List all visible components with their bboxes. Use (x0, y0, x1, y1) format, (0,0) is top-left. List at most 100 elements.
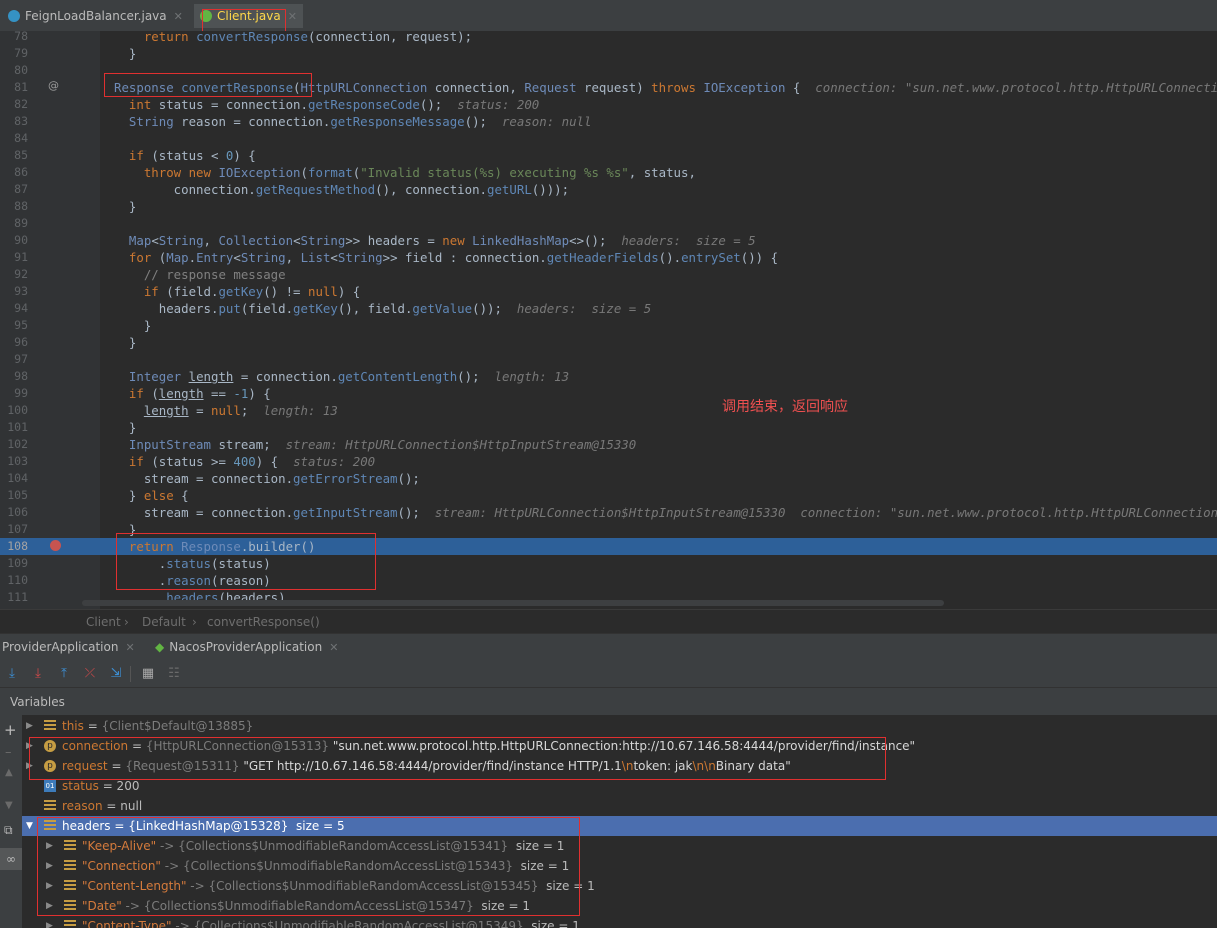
tab-feignloadbalancer[interactable]: FeignLoadBalancer.java ✕ (8, 4, 183, 28)
code-line[interactable]: 84 (0, 130, 1217, 147)
line-number[interactable]: 92 (0, 266, 28, 283)
line-number[interactable]: 100 (0, 402, 28, 419)
code-line[interactable]: 104 stream = connection.getErrorStream()… (0, 470, 1217, 487)
code-line[interactable]: 106 stream = connection.getInputStream()… (0, 504, 1217, 521)
move-down-icon[interactable]: ▼ (5, 800, 13, 811)
step-over-icon[interactable]: ⤓ (4, 666, 20, 682)
close-icon[interactable]: ✕ (288, 10, 297, 23)
variable-child-row[interactable]: ▶ "Content-Length" -> {Collections$Unmodi… (22, 876, 1217, 896)
line-number[interactable]: 88 (0, 198, 28, 215)
variable-row[interactable]: ▶ this = {Client$Default@13885} (22, 716, 1217, 736)
line-number[interactable]: 103 (0, 453, 28, 470)
expand-arrow-icon[interactable]: ▶ (46, 896, 53, 916)
code-line[interactable]: 109 .status(status) (0, 555, 1217, 572)
code-line[interactable]: 89 (0, 215, 1217, 232)
override-marker-icon[interactable]: @ (48, 79, 59, 92)
code-line[interactable]: 78 return convertResponse(connection, re… (0, 31, 1217, 45)
breadcrumb-item[interactable]: Default (142, 615, 186, 629)
code-line[interactable]: 100 length = null; length: 13 (0, 402, 1217, 419)
expand-arrow-icon[interactable]: ▶ (46, 916, 53, 928)
line-number[interactable]: 83 (0, 113, 28, 130)
line-number[interactable]: 97 (0, 351, 28, 368)
drop-frame-icon[interactable]: ⤫ (82, 666, 98, 682)
code-line[interactable]: 80 (0, 62, 1217, 79)
code-line[interactable]: 107 } (0, 521, 1217, 538)
move-up-icon[interactable]: ▲ (5, 767, 13, 778)
code-line[interactable]: 88 } (0, 198, 1217, 215)
code-line[interactable]: 103 if (status >= 400) { status: 200 (0, 453, 1217, 470)
line-number[interactable]: 101 (0, 419, 28, 436)
line-number[interactable]: 108 (0, 538, 28, 555)
variable-child-row[interactable]: ▶ "Content-Type" -> {Collections$Unmodifi… (22, 916, 1217, 928)
code-line[interactable]: 99 if (length == -1) { (0, 385, 1217, 402)
line-number[interactable]: 84 (0, 130, 28, 147)
line-number[interactable]: 95 (0, 317, 28, 334)
line-number[interactable]: 107 (0, 521, 28, 538)
run-to-cursor-icon[interactable]: ⇲ (108, 666, 124, 682)
code-line[interactable]: 94 headers.put(field.getKey(), field.get… (0, 300, 1217, 317)
variable-child-row[interactable]: ▶ "Date" -> {Collections$UnmodifiableRand… (22, 896, 1217, 916)
code-line[interactable]: 97 (0, 351, 1217, 368)
line-number[interactable]: 111 (0, 589, 28, 606)
code-line[interactable]: 92 // response message (0, 266, 1217, 283)
expand-arrow-icon[interactable]: ▶ (26, 756, 33, 776)
code-line[interactable]: 87 connection.getRequestMethod(), connec… (0, 181, 1217, 198)
code-line[interactable]: 110 .reason(reason) (0, 572, 1217, 589)
line-number[interactable]: 79 (0, 45, 28, 62)
expand-arrow-icon[interactable]: ▶ (46, 836, 53, 856)
variable-child-row[interactable]: ▶ "Connection" -> {Collections$Unmodifiab… (22, 856, 1217, 876)
add-watch-icon[interactable]: + (4, 721, 17, 739)
expand-arrow-icon[interactable]: ▶ (26, 716, 33, 736)
line-number[interactable]: 80 (0, 62, 28, 79)
close-icon[interactable]: ✕ (329, 641, 338, 654)
line-number[interactable]: 110 (0, 572, 28, 589)
remove-watch-icon[interactable]: – (5, 745, 12, 760)
step-into-icon[interactable]: ⤓ (30, 666, 46, 682)
breadcrumb-item[interactable]: convertResponse() (207, 615, 320, 629)
variable-row[interactable]: reason = null (22, 796, 1217, 816)
trace-stream-icon[interactable]: ☷ (166, 666, 182, 682)
line-number[interactable]: 78 (0, 31, 28, 45)
code-line[interactable]: 98 Integer length = connection.getConten… (0, 368, 1217, 385)
line-number[interactable]: 87 (0, 181, 28, 198)
code-line[interactable]: 96 } (0, 334, 1217, 351)
variable-row[interactable]: 01 status = 200 (22, 776, 1217, 796)
line-number[interactable]: 94 (0, 300, 28, 317)
line-number[interactable]: 99 (0, 385, 28, 402)
debug-tab-providerapplication[interactable]: ProviderApplication ✕ (2, 640, 135, 654)
line-number[interactable]: 82 (0, 96, 28, 113)
code-line[interactable]: 93 if (field.getKey() != null) { (0, 283, 1217, 300)
code-line[interactable]: 79 } (0, 45, 1217, 62)
code-line[interactable]: 105 } else { (0, 487, 1217, 504)
step-out-icon[interactable]: ⤒ (56, 666, 72, 682)
code-line[interactable]: 82 int status = connection.getResponseCo… (0, 96, 1217, 113)
line-number[interactable]: 105 (0, 487, 28, 504)
code-line[interactable]: 83 String reason = connection.getRespons… (0, 113, 1217, 130)
variable-child-row[interactable]: ▶ "Keep-Alive" -> {Collections$Unmodifiab… (22, 836, 1217, 856)
code-line[interactable]: 101 } (0, 419, 1217, 436)
variable-row[interactable]: ▶ p request = {Request@15311} "GET http://… (22, 756, 1217, 776)
breadcrumb-item[interactable]: Client (86, 615, 121, 629)
close-icon[interactable]: ✕ (174, 10, 183, 23)
code-line[interactable]: 86 throw new IOException(format("Invalid… (0, 164, 1217, 181)
code-line[interactable]: 81 Response convertResponse(HttpURLConnec… (0, 79, 1217, 96)
line-number[interactable]: 91 (0, 249, 28, 266)
line-number[interactable]: 96 (0, 334, 28, 351)
close-icon[interactable]: ✕ (125, 641, 134, 654)
collapse-arrow-icon[interactable]: ▼ (26, 816, 33, 836)
line-number[interactable]: 86 (0, 164, 28, 181)
code-line[interactable]: 102 InputStream stream; stream: HttpURLC… (0, 436, 1217, 453)
breakpoint-icon[interactable] (50, 540, 61, 551)
line-number[interactable]: 85 (0, 147, 28, 164)
line-number[interactable]: 81 (0, 79, 28, 96)
evaluate-expression-icon[interactable]: ▦ (140, 666, 156, 682)
tab-client[interactable]: Client.java ✕ (194, 4, 303, 28)
code-line[interactable]: 95 } (0, 317, 1217, 334)
line-number[interactable]: 104 (0, 470, 28, 487)
debug-tab-nacosproviderapplication[interactable]: ◆ NacosProviderApplication ✕ (155, 640, 338, 654)
code-line[interactable]: 108 return Response.builder() (0, 538, 1217, 555)
horizontal-scrollbar[interactable] (82, 600, 944, 606)
copy-icon[interactable]: ⧉ (4, 823, 13, 838)
code-editor[interactable]: 78 return convertResponse(connection, re… (0, 31, 1217, 609)
code-line[interactable]: 90 Map<String, Collection<String>> heade… (0, 232, 1217, 249)
